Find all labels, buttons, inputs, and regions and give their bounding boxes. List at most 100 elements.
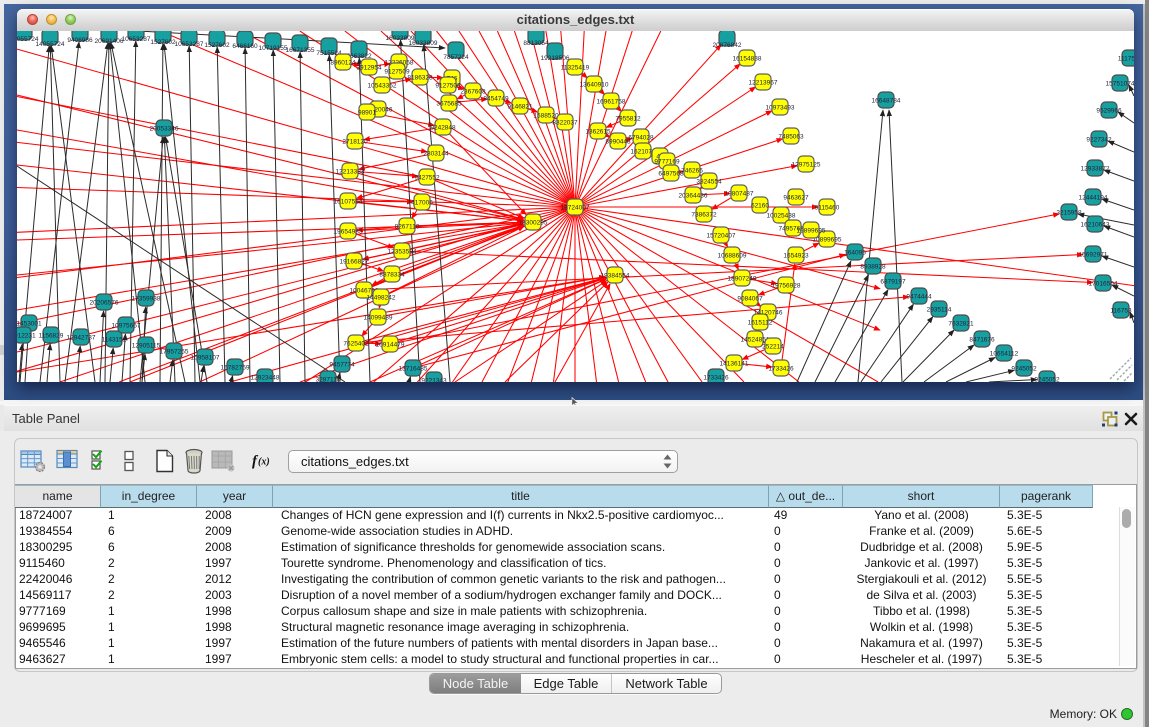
svg-text:12923448: 12923448: [251, 375, 280, 382]
svg-text:9127508: 9127508: [435, 83, 461, 90]
svg-text:8990448: 8990448: [605, 139, 631, 146]
svg-text:10719155: 10719155: [259, 45, 288, 52]
svg-text:12942737: 12942737: [67, 335, 96, 342]
svg-text:116753: 116753: [1110, 308, 1132, 315]
svg-text:12213383: 12213383: [336, 169, 365, 176]
svg-text:16782759: 16782759: [221, 365, 250, 372]
svg-text:3824554: 3824554: [696, 179, 722, 186]
svg-text:98901: 98901: [358, 110, 376, 117]
svg-text:16961758: 16961758: [597, 99, 626, 106]
svg-text:10688609: 10688609: [718, 253, 747, 260]
svg-text:9463627: 9463627: [783, 195, 809, 202]
svg-text:9115460: 9115460: [815, 205, 840, 212]
svg-text:2935114: 2935114: [927, 307, 952, 314]
svg-text:9457774: 9457774: [329, 362, 355, 369]
svg-text:8186328: 8186328: [407, 75, 433, 82]
svg-text:14099489: 14099489: [364, 315, 393, 322]
svg-text:2803144: 2803144: [423, 151, 449, 158]
svg-text:1527602: 1527602: [150, 39, 176, 46]
svg-text:3912231: 3912231: [17, 333, 36, 340]
svg-text:16154838: 16154838: [733, 56, 762, 63]
svg-text:8960124: 8960124: [330, 60, 356, 67]
svg-text:16033809: 16033809: [409, 40, 438, 47]
svg-text:13716485: 13716485: [399, 366, 428, 373]
svg-text:12213967: 12213967: [749, 80, 778, 87]
svg-text:3675685: 3675685: [436, 101, 462, 108]
svg-text:13640910: 13640910: [580, 82, 609, 89]
svg-text:3215958: 3215958: [1056, 210, 1082, 217]
svg-text:10958107: 10958107: [191, 355, 220, 362]
svg-text:16671355: 16671355: [286, 47, 315, 54]
svg-text:17957255: 17957255: [160, 349, 189, 356]
svg-text:1733426: 1733426: [703, 375, 729, 382]
svg-text:7485063: 7485063: [778, 134, 804, 141]
svg-text:17359938: 17359938: [132, 296, 161, 303]
svg-text:10899695: 10899695: [797, 228, 826, 235]
svg-text:1156829: 1156829: [39, 333, 64, 340]
svg-text:1362615: 1362615: [585, 129, 611, 136]
svg-text:20691406: 20691406: [95, 38, 124, 45]
svg-text:9146821: 9146821: [507, 104, 533, 111]
svg-text:9127509: 9127509: [384, 69, 410, 76]
svg-text:19756928: 19756928: [772, 283, 801, 290]
svg-text:16107554: 16107554: [334, 199, 363, 206]
svg-text:14498242: 14498242: [367, 295, 396, 302]
svg-text:10973493: 10973493: [766, 105, 795, 112]
svg-text:16210643: 16210643: [1081, 222, 1110, 229]
svg-text:18907249: 18907249: [728, 276, 757, 283]
svg-text:18724007: 18724007: [561, 205, 590, 212]
svg-text:19166827: 19166827: [340, 259, 369, 266]
svg-text:3287110: 3287110: [316, 377, 341, 383]
svg-text:14055724: 14055724: [36, 41, 65, 48]
svg-text:746266: 746266: [681, 168, 703, 175]
svg-text:12353594: 12353594: [388, 249, 417, 256]
svg-text:9245052: 9245052: [1011, 366, 1037, 373]
svg-text:16648784: 16648784: [872, 98, 901, 105]
svg-text:1615112: 1615112: [748, 320, 773, 327]
svg-text:8322037: 8322037: [552, 120, 578, 127]
svg-text:8938928: 8938928: [860, 264, 886, 271]
svg-text:7625402: 7625402: [343, 341, 369, 348]
svg-text:12444194: 12444194: [1079, 195, 1108, 202]
svg-text:20876842: 20876842: [713, 42, 742, 49]
svg-text:7955812: 7955812: [615, 116, 641, 123]
svg-text:12933872: 12933872: [1081, 166, 1110, 173]
svg-text:8454749: 8454749: [483, 96, 509, 103]
svg-text:6879197: 6879197: [880, 279, 906, 286]
svg-text:10807487: 10807487: [725, 191, 754, 198]
svg-text:15692971: 15692971: [1079, 252, 1108, 259]
svg-text:164095: 164095: [844, 250, 866, 257]
svg-text:7386372: 7386372: [691, 212, 717, 219]
svg-text:15720407: 15720407: [707, 233, 736, 240]
svg-text:12975125: 12975125: [792, 162, 821, 169]
svg-text:9529966: 9529966: [1096, 108, 1122, 115]
svg-text:9242848: 9242848: [430, 125, 456, 132]
svg-text:8813054: 8813054: [523, 40, 549, 47]
svg-text:14136141: 14136141: [720, 361, 749, 368]
svg-text:8267110: 8267110: [395, 224, 420, 231]
svg-text:11325419: 11325419: [561, 65, 590, 72]
svg-text:9406986: 9406986: [67, 37, 93, 44]
svg-text:9221343: 9221343: [421, 378, 447, 383]
svg-text:9227342: 9227342: [1086, 137, 1112, 144]
svg-text:9474444: 9474444: [906, 294, 932, 301]
svg-text:2367608: 2367608: [460, 89, 486, 96]
svg-text:2718120: 2718120: [342, 139, 368, 146]
svg-text:9084067: 9084067: [737, 296, 763, 303]
svg-text:17016504: 17016504: [1089, 281, 1118, 288]
svg-text:7632821: 7632821: [948, 321, 974, 328]
svg-text:10653287: 10653287: [175, 41, 204, 48]
svg-text:10914479: 10914479: [376, 342, 405, 349]
svg-text:8878334: 8878334: [379, 272, 405, 279]
svg-text:20053346: 20053346: [150, 126, 179, 133]
svg-text:1654923: 1654923: [783, 253, 809, 260]
svg-text:10543362: 10543362: [368, 83, 397, 90]
svg-text:18300295: 18300295: [519, 220, 548, 227]
svg-text:10025438: 10025438: [767, 213, 796, 220]
svg-text:9245052: 9245052: [1034, 377, 1060, 383]
svg-text:1143151: 1143151: [102, 337, 127, 344]
svg-text:20364436: 20364436: [679, 193, 708, 200]
svg-text:(x): (x): [258, 457, 270, 468]
svg-text:1117532: 1117532: [1118, 56, 1134, 63]
svg-text:15751074: 15751074: [1106, 81, 1134, 88]
